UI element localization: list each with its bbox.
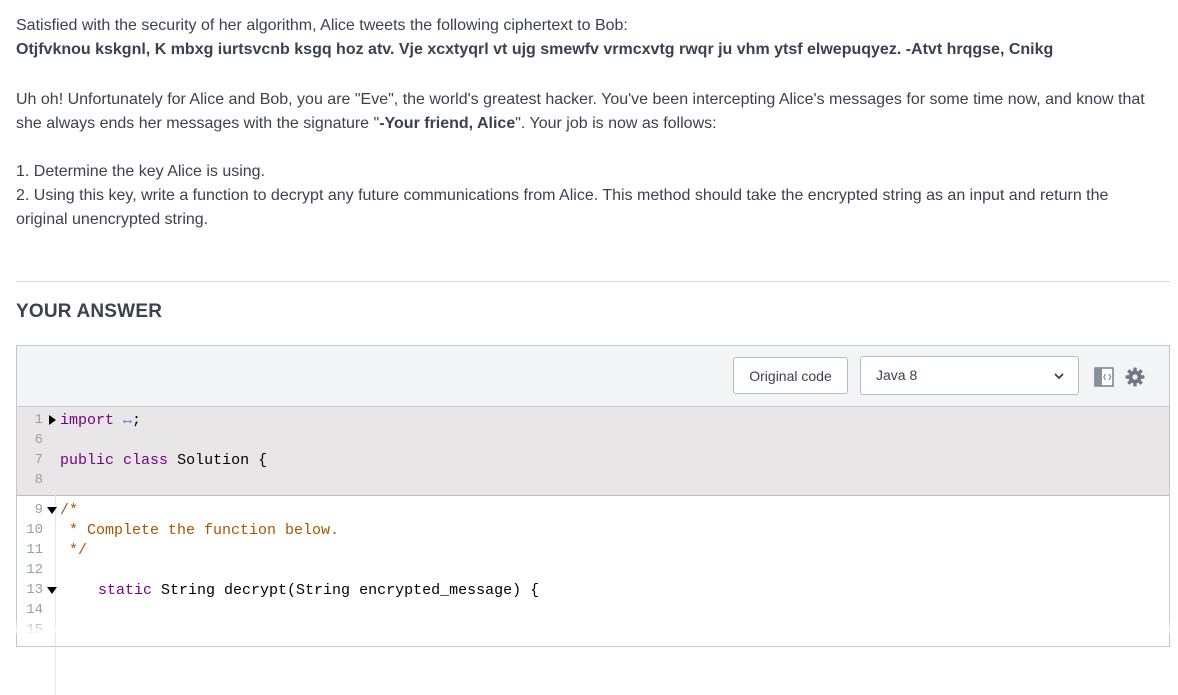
code-line-7: public class Solution {: [60, 452, 267, 469]
ciphertext: Otjfvknou kskgnl, K mbxg iurtsvcnb ksgq …: [16, 41, 1054, 58]
section-divider: [16, 281, 1170, 282]
keyword-public: public: [60, 452, 115, 469]
code-line-1: import ↔;: [60, 412, 141, 429]
line-number: 10: [26, 522, 43, 538]
line-number: 13: [26, 582, 43, 598]
code-editor[interactable]: Original code Java 8 1 import ↔; 6 7 pub…: [16, 345, 1170, 695]
fold-expanded-icon[interactable]: [46, 504, 58, 516]
line-number: 8: [34, 472, 43, 488]
code-line-9: /*: [60, 502, 79, 519]
semicolon: ;: [132, 412, 142, 429]
signature: -Your friend, Alice: [379, 115, 516, 132]
step-2: 2. Using this key, write a function to d…: [16, 187, 1109, 228]
line-number: 7: [34, 452, 43, 468]
method-signature: String decrypt(String encrypted_message)…: [161, 582, 540, 599]
split-view-icon[interactable]: [1094, 367, 1114, 387]
line-number: 12: [26, 562, 43, 578]
fold-expanded-icon[interactable]: [46, 584, 58, 596]
chevron-down-icon: [1054, 373, 1064, 380]
problem-intro: Satisfied with the security of her algor…: [16, 17, 628, 34]
original-code-button[interactable]: Original code: [733, 357, 848, 394]
line-number: 11: [26, 542, 43, 558]
fold-collapsed-icon[interactable]: [46, 414, 58, 426]
code-line-10: * Complete the function below.: [60, 522, 340, 539]
keyword-static: static: [98, 582, 153, 599]
class-declaration: Solution {: [177, 452, 268, 469]
problem-paragraph-eve: Uh oh! Unfortunately for Alice and Bob, …: [16, 88, 1156, 136]
keyword-class: class: [123, 452, 169, 469]
settings-gear-icon[interactable]: [1125, 367, 1145, 387]
bottom-fade: [0, 619, 1178, 633]
editor-toolbar: Original code Java 8: [17, 346, 1169, 407]
language-select[interactable]: Java 8: [860, 356, 1079, 395]
code-line-11: */: [60, 542, 88, 559]
code-line-13: static String decrypt(String encrypted_m…: [98, 582, 539, 599]
folded-imports-marker[interactable]: ↔: [123, 412, 132, 429]
line-number: 1: [34, 412, 43, 428]
keyword-import: import: [60, 412, 115, 429]
line-number: 9: [34, 502, 43, 518]
step-1: 1. Determine the key Alice is using.: [16, 163, 266, 180]
para2-after: ". Your job is now as follows:: [515, 115, 717, 132]
language-value: Java 8: [876, 367, 918, 383]
line-number: 6: [34, 432, 43, 448]
line-number: 14: [26, 602, 43, 618]
answer-heading: YOUR ANSWER: [16, 301, 163, 322]
